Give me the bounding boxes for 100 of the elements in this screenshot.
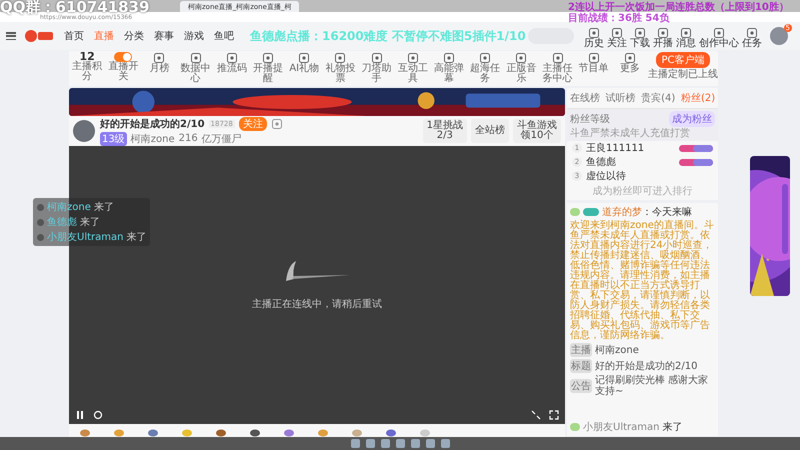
tool-label[interactable]: 推流码	[216, 64, 247, 74]
share-icon	[270, 118, 283, 130]
score-value: 12	[79, 52, 95, 62]
chat-user[interactable]: 小朋友Ultraman	[583, 420, 660, 434]
tool-label[interactable]: 月榜	[144, 64, 174, 74]
app-icon	[611, 27, 623, 39]
app-icon	[657, 27, 669, 39]
header-link[interactable]: 开播	[653, 27, 673, 49]
anchor-name[interactable]: 柯南zone	[130, 132, 175, 146]
entrance-text: 来了	[94, 200, 114, 214]
tool-icon	[406, 52, 419, 64]
toggle-switch[interactable]	[114, 52, 132, 62]
info-tag: 公告	[570, 379, 592, 393]
ranking-tab[interactable]: 贵宾(4)	[641, 91, 676, 105]
header-link[interactable]: 历史	[584, 27, 604, 49]
tool-icon	[552, 52, 564, 64]
tool-label[interactable]: 主播积分	[72, 62, 102, 82]
tool-icon	[588, 52, 600, 64]
tool-icon	[442, 52, 455, 64]
collapse-icon[interactable]	[531, 410, 541, 420]
ranking-tab[interactable]: 在线榜	[570, 91, 600, 105]
ranking-tab[interactable]: 粉丝(2)	[680, 91, 716, 105]
fan-level-label[interactable]: 粉丝等级	[570, 114, 610, 124]
menu-icon[interactable]	[6, 32, 16, 40]
overlay-text: 鱼德彪点播：16200难度 不暂停不难图5插件1/10	[250, 28, 526, 45]
tool-label[interactable]: 主播任务中心	[542, 64, 573, 84]
nav-link[interactable]: 分类	[122, 27, 146, 45]
anchor-avatar[interactable]	[73, 120, 95, 142]
header-link[interactable]: 创作中心	[699, 27, 739, 49]
app-icon	[713, 27, 725, 39]
tool-label[interactable]: 节目单	[578, 64, 609, 74]
tool-label[interactable]: 数据中心	[180, 64, 211, 84]
tool-icon	[226, 52, 238, 64]
fan-name[interactable]: 虚位以待	[586, 169, 713, 183]
app-icon	[588, 27, 600, 39]
tool-icon	[262, 52, 274, 64]
fullscreen-icon[interactable]	[549, 410, 559, 420]
challenge-button[interactable]: 1星挑战 2/3	[422, 119, 467, 143]
tool-label[interactable]: 互动工具	[398, 64, 428, 84]
info-text: 好的开始是成功的2/10	[595, 360, 698, 372]
tool-label[interactable]: 高能弹幕	[434, 64, 464, 84]
info-text: 柯南zone	[595, 344, 639, 356]
header-link[interactable]: 关注	[607, 27, 627, 49]
header-link[interactable]: 下载	[630, 27, 650, 49]
nav-link[interactable]: 游戏	[182, 27, 206, 45]
ranking-tab[interactable]: 试听榜	[605, 91, 636, 105]
client-note: 主播定制已上线	[648, 70, 718, 80]
fan-name[interactable]: 王良111111	[586, 141, 675, 155]
challenge-button[interactable]: 全站榜	[471, 119, 509, 143]
challenge-button[interactable]: 斗鱼游戏 领10个	[513, 119, 561, 143]
tool-label[interactable]: 开播提醒	[253, 64, 284, 84]
refresh-icon[interactable]	[93, 410, 103, 420]
info-text: 记得刷刷荧光棒 感谢大家支持~	[595, 375, 710, 397]
nav-link[interactable]: 直播	[92, 27, 116, 45]
join-button[interactable]: 成为粉丝	[669, 111, 715, 127]
pause-icon[interactable]	[75, 410, 85, 420]
app-icon	[634, 27, 646, 39]
header-link[interactable]: 消息	[676, 27, 696, 49]
app-icon	[746, 27, 758, 39]
chat-user[interactable]: 道弃的梦	[602, 205, 642, 219]
overlay-text: 2连以上开一次饭加一局连胜总数（上限到10胜）	[568, 0, 789, 13]
overlay-text: 目前战绩：36胜 54负	[568, 12, 670, 25]
tool-label[interactable]: 更多	[614, 64, 645, 74]
system-notice: 欢迎来到柯南zone的直播间。斗鱼严禁未成年人直播或打赏。依法对直播内容进行24小时巡查，禁止传播封建迷信、吸烟酗酒、低俗色情、赌博诈骗等任何违法违规内容。请理性消费，如主播在直播时以不正当方式诱导打赏、私下交易，请谨慎判断，以防人身财产损失。请勿轻信各类招聘征婚、代练代抽、私下交易、购买礼包码、游戏币等广告信息，谨防网络诈骗。	[570, 221, 715, 341]
tool-icon	[479, 52, 492, 64]
ranking-hint: 成为粉丝即可进入排行	[567, 183, 718, 203]
category-link[interactable]: 亿万僵尸	[202, 132, 242, 146]
tool-label[interactable]: 刀塔助手	[362, 64, 392, 84]
heat-count: 216	[178, 133, 198, 144]
tool-label[interactable]: 正版音乐	[506, 64, 536, 84]
nav-link[interactable]: 鱼吧	[212, 27, 236, 45]
status-message: 主播正在连线中，请稍后重试	[252, 298, 382, 311]
logo-icon[interactable]	[24, 29, 54, 43]
header-link[interactable]: 任务	[742, 27, 762, 49]
tool-icon	[190, 52, 202, 64]
nav-link[interactable]: 赛事	[152, 27, 176, 45]
room-title: 好的开始是成功的2/10	[100, 118, 205, 130]
tool-icon	[624, 52, 636, 64]
fan-badge	[583, 208, 599, 216]
level-badge	[570, 208, 580, 216]
tool-icon	[334, 52, 346, 64]
app-icon	[680, 27, 692, 39]
client-button[interactable]: PC客户端	[656, 52, 710, 68]
tool-icon	[298, 52, 310, 64]
overlay-text: QQ群：610741839	[0, 0, 150, 16]
info-tag: 主播	[570, 343, 592, 357]
tool-label[interactable]: 礼物投票	[325, 64, 356, 84]
user-avatar	[37, 204, 44, 210]
nav-link[interactable]: 首页	[62, 27, 86, 45]
tool-icon	[515, 52, 528, 64]
level-badge: 13级	[100, 132, 127, 146]
level-badge	[570, 423, 580, 431]
chat-message: ：今天来嘛	[642, 206, 692, 219]
info-tag: 标题	[570, 359, 592, 373]
entrance-text: 来了	[80, 216, 100, 229]
fan-name[interactable]: 鱼德彪	[586, 155, 675, 169]
notice-text: 斗鱼严禁未成年人充值打赏	[570, 128, 690, 139]
tool-label[interactable]: 超海任务	[470, 64, 500, 84]
tool-icon	[370, 52, 383, 64]
tool-label[interactable]: AI礼物	[289, 64, 320, 74]
